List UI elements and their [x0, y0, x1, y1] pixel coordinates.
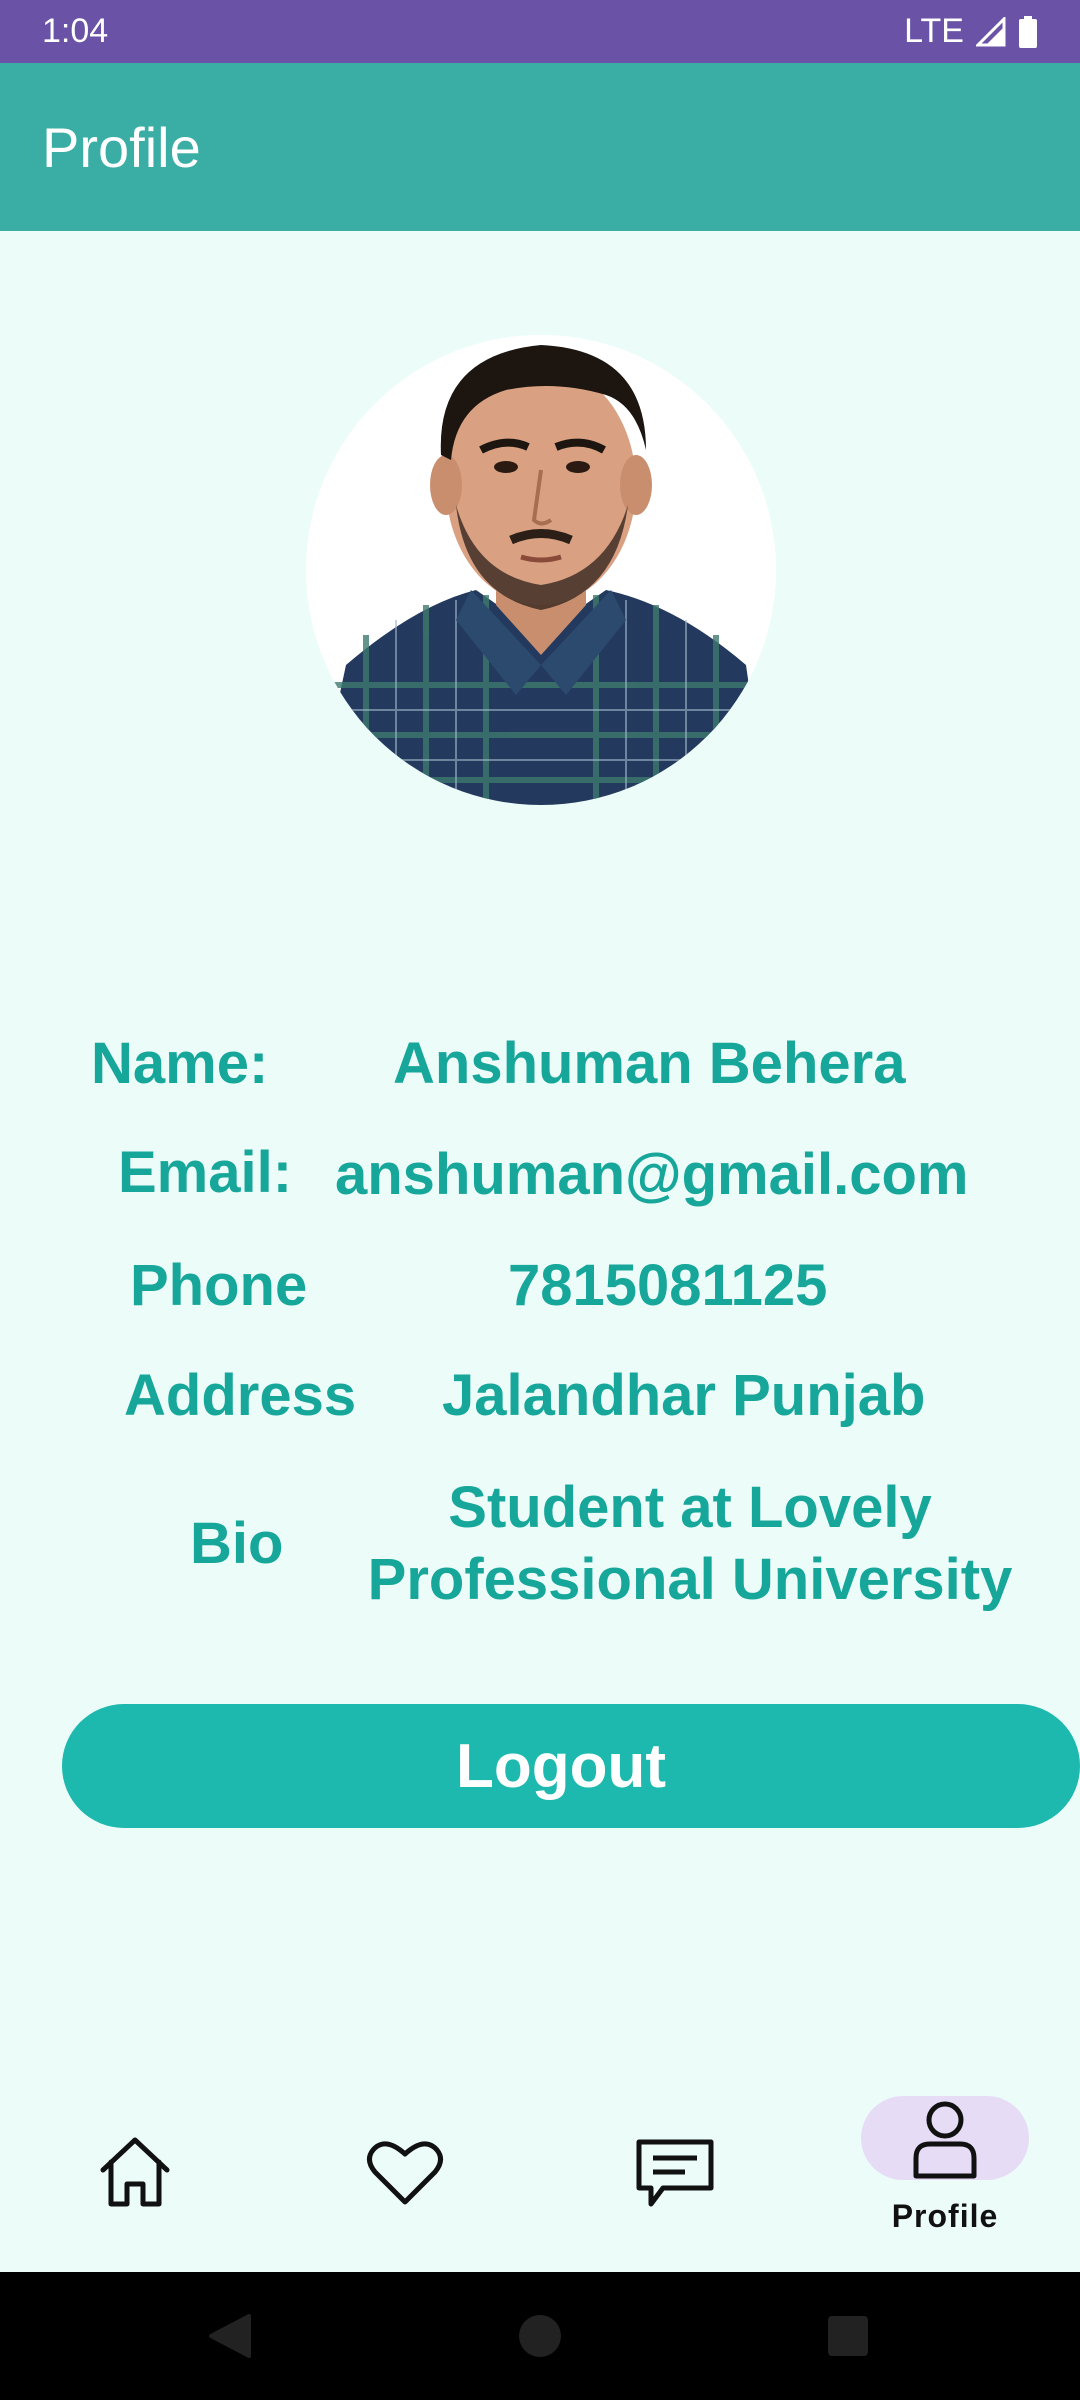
bio-value: Student at Lovely Professional Universit…: [367, 1475, 1013, 1612]
network-type: LTE: [904, 12, 964, 50]
home-button[interactable]: [500, 2272, 580, 2400]
name-value: Anshuman Behera: [393, 1031, 906, 1096]
heart-icon: [363, 2130, 447, 2219]
recents-button[interactable]: [808, 2272, 888, 2400]
back-icon: [209, 2314, 251, 2358]
nav-item-home[interactable]: [0, 2060, 270, 2272]
status-time: 1:04: [42, 12, 109, 50]
name-label: Name:: [91, 1031, 269, 1096]
status-bar: 1:04 LTE: [0, 0, 1080, 63]
bottom-navigation: Profile: [0, 2060, 1080, 2272]
nav-item-favorites[interactable]: [270, 2060, 540, 2272]
profile-screen: 1:04 LTE Profile Name: Anshuman Behera E…: [0, 0, 1080, 2400]
nav-item-messages[interactable]: [540, 2060, 810, 2272]
nav-label-profile: Profile: [891, 2198, 999, 2234]
app-bar: Profile: [0, 63, 1080, 231]
avatar: [306, 335, 776, 805]
home-circle-icon: [519, 2315, 561, 2357]
back-button[interactable]: [190, 2272, 270, 2400]
nav-item-profile[interactable]: Profile: [810, 2060, 1080, 2272]
phone-label: Phone: [130, 1253, 308, 1318]
email-label: Email:: [118, 1140, 293, 1205]
address-label: Address: [124, 1363, 357, 1428]
email-value: anshuman@gmail.com: [335, 1142, 969, 1207]
battery-icon: [1018, 15, 1038, 48]
home-icon: [93, 2130, 177, 2219]
signal-icon: [976, 16, 1006, 47]
system-navigation-bar: [0, 2272, 1080, 2400]
avatar-photo: [306, 335, 776, 805]
person-icon: [910, 2098, 980, 2187]
phone-value: 7815081125: [508, 1253, 828, 1318]
logout-button[interactable]: Logout: [62, 1704, 1080, 1828]
status-indicators: LTE: [904, 12, 1038, 51]
bio-label: Bio: [190, 1511, 284, 1576]
chat-icon: [633, 2130, 717, 2219]
page-title: Profile: [42, 115, 201, 179]
recents-icon: [828, 2316, 868, 2356]
address-value: Jalandhar Punjab: [442, 1363, 926, 1428]
